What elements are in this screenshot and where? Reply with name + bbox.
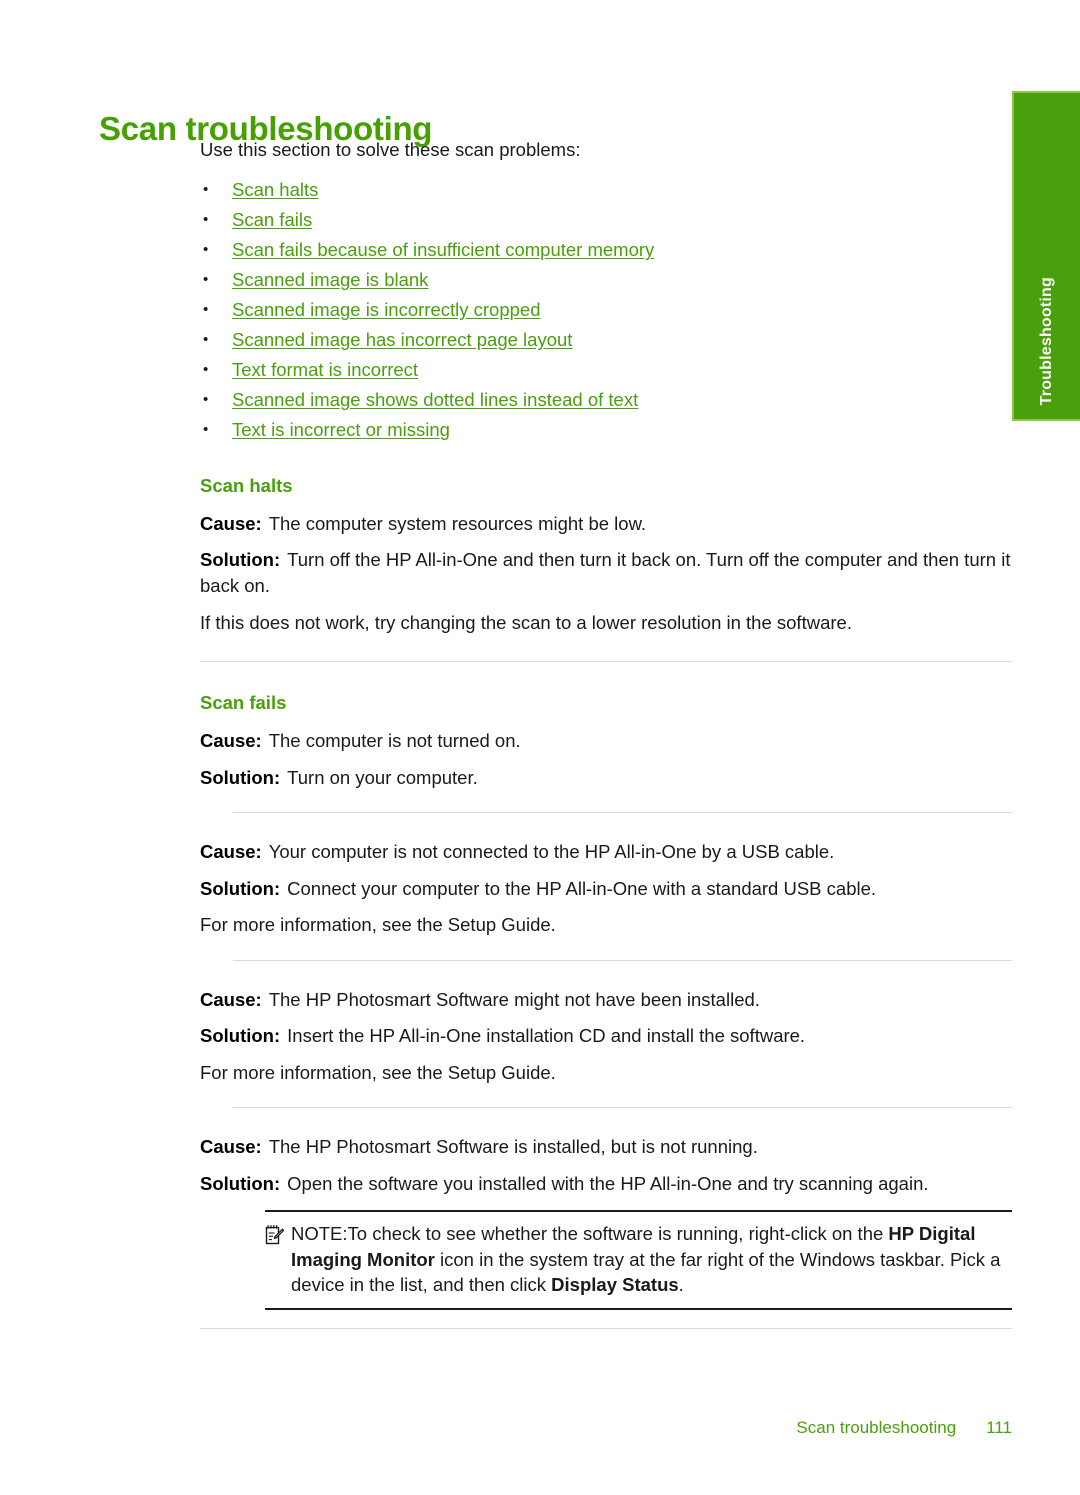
toc-list: Scan halts Scan fails Scan fails because…	[200, 175, 1012, 445]
list-item: Text is incorrect or missing	[200, 415, 1012, 445]
cause-solution-block: Cause: The HP Photosmart Software is inst…	[200, 1134, 1012, 1196]
cause-line: Cause: The computer system resources migh…	[200, 511, 1012, 537]
toc-link-text-format-incorrect[interactable]: Text format is incorrect	[232, 359, 418, 380]
solution-line: Solution: Turn on your computer.	[200, 765, 1012, 791]
toc-link-dotted-lines[interactable]: Scanned image shows dotted lines instead…	[232, 389, 638, 410]
cause-text: The HP Photosmart Software might not hav…	[268, 988, 760, 1010]
extra-line: For more information, see the Setup Guid…	[200, 914, 556, 936]
cause-line: Cause: The HP Photosmart Software is inst…	[200, 1134, 1012, 1160]
cause-line: Cause: The HP Photosmart Software might n…	[200, 987, 1012, 1013]
cause-line: Cause: The computer is not turned on.	[200, 728, 1012, 754]
note-text: NOTE:To check to see whether the softwar…	[291, 1221, 1012, 1298]
cause-solution-block: Cause: The HP Photosmart Software might n…	[200, 987, 1012, 1086]
extra-line: If this does not work, try changing the …	[200, 611, 852, 633]
cause-text: The computer is not turned on.	[268, 730, 521, 752]
note-text-part3: .	[678, 1274, 684, 1296]
side-tab-troubleshooting: Troubleshooting	[1012, 91, 1080, 421]
toc-link-text-incorrect-missing[interactable]: Text is incorrect or missing	[232, 419, 450, 440]
solution-line: Solution: Turn off the HP All-in-One and …	[200, 547, 1012, 598]
section-heading-scan-halts: Scan halts	[200, 474, 293, 496]
list-item: Scanned image shows dotted lines instead…	[200, 385, 1012, 415]
solution-label: Solution:	[200, 766, 281, 788]
section-heading-scan-fails: Scan fails	[200, 692, 287, 714]
cause-solution-block: Cause: The computer system resources migh…	[200, 511, 1012, 635]
toc-link-scan-fails[interactable]: Scan fails	[232, 209, 312, 230]
note-label: NOTE:	[291, 1223, 348, 1245]
solution-label: Solution:	[200, 877, 281, 899]
solution-line: Solution: Insert the HP All-in-One instal…	[200, 1023, 1012, 1049]
cause-text: The HP Photosmart Software is installed,…	[268, 1136, 758, 1158]
document-page: Troubleshooting Scan troubleshooting Use…	[0, 0, 1080, 1495]
list-item: Scan fails	[200, 205, 1012, 235]
toc-link-scan-halts[interactable]: Scan halts	[232, 179, 318, 200]
note-bold-display-status: Display Status	[551, 1274, 679, 1296]
solution-label: Solution:	[200, 549, 281, 571]
list-item: Scanned image has incorrect page layout	[200, 325, 1012, 355]
side-tab-label: Troubleshooting	[1038, 276, 1055, 405]
list-item: Scan fails because of insufficient compu…	[200, 235, 1012, 265]
cause-text: Your computer is not connected to the HP…	[268, 841, 835, 863]
cause-line: Cause: Your computer is not connected to …	[200, 839, 1012, 865]
cause-text: The computer system resources might be l…	[268, 512, 647, 534]
cause-solution-block: Cause: The computer is not turned on. Sol…	[200, 728, 1012, 790]
cause-label: Cause:	[200, 512, 262, 534]
section-divider	[200, 1327, 1012, 1329]
toc-link-incorrect-page-layout[interactable]: Scanned image has incorrect page layout	[232, 329, 572, 350]
list-item: Scanned image is incorrectly cropped	[200, 295, 1012, 325]
solution-label: Solution:	[200, 1025, 281, 1047]
toc-link-incorrectly-cropped[interactable]: Scanned image is incorrectly cropped	[232, 299, 541, 320]
page-content: Use this section to solve these scan pro…	[200, 138, 1012, 1329]
list-item: Scan halts	[200, 175, 1012, 205]
footer-title: Scan troubleshooting	[796, 1418, 957, 1437]
solution-label: Solution:	[200, 1172, 281, 1194]
solution-text: Open the software you installed with the…	[287, 1172, 929, 1194]
page-footer: Scan troubleshooting 111	[200, 1418, 1012, 1438]
solution-text: Turn on your computer.	[287, 766, 478, 788]
notepad-pencil-icon	[265, 1221, 291, 1250]
solution-line: Solution: Open the software you installed…	[200, 1171, 1012, 1197]
cause-label: Cause:	[200, 730, 262, 752]
toc-link-insufficient-memory[interactable]: Scan fails because of insufficient compu…	[232, 239, 654, 260]
intro-paragraph: Use this section to solve these scan pro…	[200, 139, 581, 160]
list-item: Scanned image is blank	[200, 265, 1012, 295]
cause-label: Cause:	[200, 988, 262, 1010]
footer-page-number: 111	[986, 1418, 1012, 1437]
extra-line: For more information, see the Setup Guid…	[200, 1061, 556, 1083]
solution-text: Insert the HP All-in-One installation CD…	[287, 1025, 806, 1047]
note-text-part1: To check to see whether the software is …	[347, 1223, 889, 1245]
solution-line: Solution: Connect your computer to the HP…	[200, 876, 1012, 902]
cause-label: Cause:	[200, 841, 262, 863]
solution-text: Turn off the HP All-in-One and then turn…	[200, 549, 1011, 596]
list-item: Text format is incorrect	[200, 355, 1012, 385]
note-box: NOTE:To check to see whether the softwar…	[265, 1210, 1012, 1310]
cause-solution-block: Cause: Your computer is not connected to …	[200, 839, 1012, 938]
cause-label: Cause:	[200, 1136, 262, 1158]
toc-link-image-blank[interactable]: Scanned image is blank	[232, 269, 428, 290]
solution-text: Connect your computer to the HP All-in-O…	[287, 877, 877, 899]
